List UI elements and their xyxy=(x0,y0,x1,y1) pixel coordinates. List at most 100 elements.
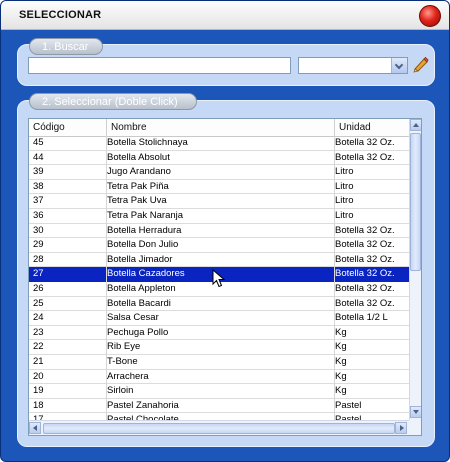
scroll-down-button[interactable] xyxy=(410,406,421,418)
cell-nombre: Arrachera xyxy=(107,370,149,382)
table-row[interactable]: 17 Pastel Chocolate Pastel xyxy=(29,413,409,420)
cell-nombre: Rib Eye xyxy=(107,341,141,353)
table-row[interactable]: 30 Botella Herradura Botella 32 Oz. xyxy=(29,224,409,239)
cell-unidad: Botella 1/2 L xyxy=(335,312,388,324)
cell-codigo: 27 xyxy=(33,268,44,280)
cell-codigo: 38 xyxy=(33,180,44,192)
scroll-up-button[interactable] xyxy=(410,119,421,131)
search-field-combo[interactable] xyxy=(298,57,408,74)
table-row[interactable]: 24 Salsa Cesar Botella 1/2 L xyxy=(29,311,409,326)
cell-codigo: 36 xyxy=(33,210,44,221)
column-divider xyxy=(106,136,107,420)
horizontal-scrollbar[interactable] xyxy=(29,420,409,435)
close-icon[interactable] xyxy=(419,5,441,27)
cell-codigo: 19 xyxy=(33,385,44,397)
mouse-cursor-icon xyxy=(212,269,226,288)
cell-nombre: Tetra Pak Naranja xyxy=(107,210,184,221)
cell-nombre: Tetra Pak Uva xyxy=(107,195,167,207)
cell-codigo: 24 xyxy=(33,312,44,324)
cell-unidad: Botella 32 Oz. xyxy=(335,137,395,148)
cell-codigo: 23 xyxy=(33,326,44,338)
chevron-right-icon xyxy=(400,425,404,431)
vertical-scroll-thumb[interactable] xyxy=(410,133,421,271)
cell-codigo: 28 xyxy=(33,253,44,265)
cell-codigo: 29 xyxy=(33,239,44,251)
horizontal-scroll-thumb[interactable] xyxy=(43,423,395,434)
chevron-up-icon xyxy=(413,123,419,127)
select-dialog-window: SELECCIONAR 1. Buscar 2. Seleccionar (Do… xyxy=(0,0,450,462)
cell-nombre: Botella Jimador xyxy=(107,253,173,265)
search-group-legend: 1. Buscar xyxy=(29,38,103,55)
cell-nombre: Sirloin xyxy=(107,385,134,397)
cell-codigo: 25 xyxy=(33,297,44,309)
table-row[interactable]: 39 Jugo Arandano Litro xyxy=(29,165,409,180)
cell-nombre: Salsa Cesar xyxy=(107,312,159,324)
cell-codigo: 39 xyxy=(33,166,44,178)
cell-unidad: Botella 32 Oz. xyxy=(335,224,395,236)
cell-codigo: 30 xyxy=(33,224,44,236)
table-row[interactable]: 44 Botella Absolut Botella 32 Oz. xyxy=(29,151,409,166)
table-row[interactable]: 36 Tetra Pak Naranja Litro xyxy=(29,209,409,224)
cell-nombre: Jugo Arandano xyxy=(107,166,171,178)
vertical-scrollbar[interactable] xyxy=(409,119,421,420)
table-row[interactable]: 37 Tetra Pak Uva Litro xyxy=(29,194,409,209)
table-row[interactable]: 22 Rib Eye Kg xyxy=(29,340,409,355)
cell-codigo: 45 xyxy=(33,137,44,148)
table-row[interactable]: 38 Tetra Pak Piña Litro xyxy=(29,180,409,195)
cell-unidad: Litro xyxy=(335,195,354,207)
cell-unidad: Pastel xyxy=(335,399,362,411)
column-header-unidad[interactable]: Unidad xyxy=(335,119,409,136)
cell-codigo: 17 xyxy=(33,414,44,420)
search-input[interactable] xyxy=(28,57,291,74)
cell-codigo: 26 xyxy=(33,283,44,294)
cell-unidad: Kg xyxy=(335,341,347,353)
column-header-codigo[interactable]: Código xyxy=(29,119,107,136)
cell-codigo: 18 xyxy=(33,399,44,411)
cell-nombre: Tetra Pak Piña xyxy=(107,180,169,192)
cell-unidad: Litro xyxy=(335,210,354,221)
table-row[interactable]: 28 Botella Jimador Botella 32 Oz. xyxy=(29,253,409,268)
column-header-nombre[interactable]: Nombre xyxy=(107,119,335,136)
table-row[interactable]: 21 T-Bone Kg xyxy=(29,355,409,370)
cell-codigo: 20 xyxy=(33,370,44,382)
scroll-left-button[interactable] xyxy=(29,422,41,434)
cell-codigo: 21 xyxy=(33,356,44,367)
cell-codigo: 37 xyxy=(33,195,44,207)
pencil-icon[interactable] xyxy=(412,56,429,73)
table-row[interactable]: 20 Arrachera Kg xyxy=(29,370,409,385)
table-row[interactable]: 25 Botella Bacardi Botella 32 Oz. xyxy=(29,297,409,312)
cell-nombre: Pechuga Pollo xyxy=(107,326,169,338)
cell-nombre: Pastel Zanahoria xyxy=(107,399,179,411)
cell-unidad: Litro xyxy=(335,166,354,178)
cell-codigo: 44 xyxy=(33,151,44,163)
cell-unidad: Botella 32 Oz. xyxy=(335,283,395,294)
grid-header: Código Nombre Unidad xyxy=(29,119,409,137)
cell-unidad: Kg xyxy=(335,370,347,382)
cell-unidad: Botella 32 Oz. xyxy=(335,151,395,163)
table-row[interactable]: 18 Pastel Zanahoria Pastel xyxy=(29,399,409,414)
cell-nombre: Botella Herradura xyxy=(107,224,182,236)
cell-nombre: Botella Absolut xyxy=(107,151,170,163)
cell-unidad: Botella 32 Oz. xyxy=(335,253,395,265)
table-row[interactable]: 29 Botella Don Julio Botella 32 Oz. xyxy=(29,238,409,253)
chevron-left-icon xyxy=(33,425,37,431)
chevron-down-icon xyxy=(413,410,419,414)
window-title: SELECCIONAR xyxy=(19,9,102,21)
column-divider xyxy=(334,136,335,420)
combo-dropdown-button[interactable] xyxy=(391,58,407,73)
table-row[interactable]: 45 Botella Stolichnaya Botella 32 Oz. xyxy=(29,136,409,151)
table-row[interactable]: 23 Pechuga Pollo Kg xyxy=(29,326,409,341)
cell-unidad: Botella 32 Oz. xyxy=(335,297,395,309)
cell-codigo: 22 xyxy=(33,341,44,353)
cell-unidad: Kg xyxy=(335,356,347,367)
cell-unidad: Kg xyxy=(335,385,347,397)
title-bar[interactable]: SELECCIONAR xyxy=(1,1,449,30)
cell-nombre: Botella Stolichnaya xyxy=(107,137,188,148)
chevron-down-icon xyxy=(394,60,404,70)
cell-nombre: Botella Bacardi xyxy=(107,297,171,309)
cell-nombre: Botella Don Julio xyxy=(107,239,179,251)
scroll-right-button[interactable] xyxy=(395,422,407,434)
table-row[interactable]: 19 Sirloin Kg xyxy=(29,384,409,399)
cell-unidad: Botella 32 Oz. xyxy=(335,268,395,280)
select-group-legend: 2. Seleccionar (Doble Click) xyxy=(29,93,197,110)
